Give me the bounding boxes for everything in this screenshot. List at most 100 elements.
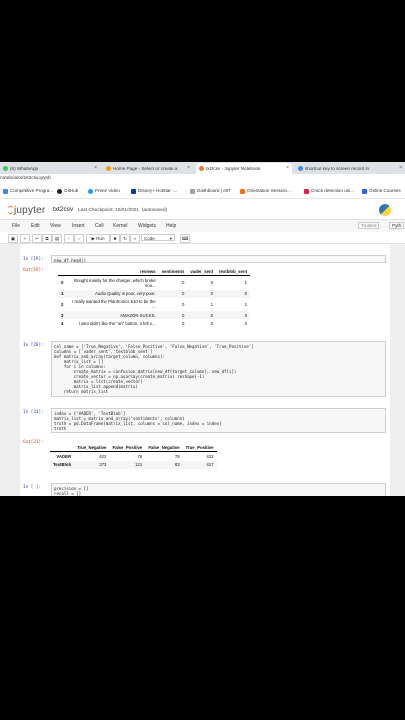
row-index: 0: [61, 280, 64, 286]
tab-whatsapp[interactable]: (6) WhatsApp ×: [0, 163, 100, 174]
bookmark-competitive-programming[interactable]: Competitive Progra...: [3, 188, 53, 194]
bookmark-label: Crack detection usi...: [311, 188, 354, 193]
table-cell: 373: [74, 460, 110, 469]
close-tab-icon[interactable]: ×: [286, 163, 289, 174]
orientation-icon: [240, 188, 245, 194]
bookmark-online-courses[interactable]: Online Courses: [362, 188, 401, 194]
bookmark-dashboard[interactable]: Dashboard | eIIT: [190, 188, 232, 194]
checkpoint-text: Last Checkpoint: 10/01/2021: [78, 207, 140, 213]
tab-label: (6) WhatsApp: [10, 166, 39, 171]
table-cell: 0: [210, 320, 214, 326]
move-down-icon[interactable]: ↓: [74, 233, 84, 243]
column-header: True_Positive: [182, 444, 217, 453]
cell-input-prompt: In [ ]:: [23, 485, 42, 490]
kernel-name[interactable]: Pyth: [389, 221, 405, 229]
table-row: 2 I really wanted the Plantronics 510 to…: [58, 298, 250, 311]
command-palette-icon[interactable]: ⌨: [180, 233, 190, 243]
code-cell-next[interactable]: precision = [] recall = []: [51, 483, 386, 496]
notebook-page: In [19]: new_df.head() Out[19]: reviews …: [20, 244, 390, 496]
notebook-toolbar: ▣ + ✂ ⧉ ▤ ↑ ↓ ▶ Run ■ ↻ » Code ▾ ⌨: [0, 232, 405, 244]
notebook-name[interactable]: txt2csv: [53, 206, 73, 213]
close-tab-icon[interactable]: ×: [94, 163, 97, 174]
table-cell: 0: [187, 289, 217, 298]
bookmark-github[interactable]: GitHub: [57, 188, 78, 194]
restart-run-all-icon[interactable]: »: [130, 233, 140, 243]
table-cell: 0: [216, 310, 250, 320]
table-cell: 0: [187, 310, 217, 320]
column-header: textblob_sent: [216, 268, 250, 277]
cell-type-select[interactable]: Code ▾: [141, 233, 175, 241]
tab-google-search[interactable]: shortcut key to screen record in ×: [295, 163, 405, 174]
column-header: False_Positive: [109, 444, 146, 453]
table-cell: 417: [182, 460, 217, 469]
dashboard-icon: [190, 188, 195, 194]
run-button[interactable]: ▶ Run: [86, 233, 110, 243]
bookmark-crack-detection[interactable]: Crack detection usi...: [304, 188, 354, 194]
restart-icon[interactable]: ↻: [120, 233, 130, 243]
head-dataframe: reviews sentiments vader_sent textblob_s…: [58, 268, 250, 327]
table-cell: 422: [99, 453, 107, 459]
close-tab-icon[interactable]: ×: [399, 163, 402, 174]
bookmark-label: Dashboard | eIIT: [197, 188, 232, 193]
menu-kernel[interactable]: Kernel: [113, 223, 127, 229]
menu-bar: File Edit View Insert Cell Kernel Widget…: [0, 219, 405, 233]
menu-widgets[interactable]: Widgets: [138, 223, 156, 229]
row-index: 3: [58, 310, 67, 320]
table-row: 3 AMAZON SUCKS. 0 0 0: [58, 310, 250, 320]
menu-edit[interactable]: Edit: [31, 223, 40, 229]
jupyter-logo[interactable]: jupyter: [7, 205, 46, 216]
code-cell-19[interactable]: new_df.head(): [51, 255, 386, 263]
column-header: vader_sent: [187, 268, 217, 277]
tab-label: shortcut key to screen record in: [305, 166, 370, 171]
browser-window: (6) WhatsApp × Home Page - Select or cre…: [0, 162, 405, 496]
bookmark-label: Prime Video: [95, 188, 120, 193]
cell-input-prompt: In [19]:: [23, 257, 44, 262]
code-cell-21[interactable]: index = ['VADER', 'TextBlob'] matrix_lis…: [51, 408, 386, 433]
tab-jupyter[interactable]: txt2csv - Jupyter Notebook ×: [196, 163, 292, 174]
table-cell: 1: [244, 280, 247, 286]
menu-cell[interactable]: Cell: [95, 223, 104, 229]
menu-view[interactable]: View: [50, 223, 61, 229]
add-cell-icon[interactable]: +: [20, 233, 30, 243]
table-cell: 0: [181, 301, 185, 307]
move-up-icon[interactable]: ↑: [64, 233, 74, 243]
code-line: return matrix_list: [54, 389, 109, 395]
save-icon[interactable]: ▣: [8, 233, 18, 243]
stop-icon[interactable]: ■: [110, 233, 120, 243]
close-tab-icon[interactable]: ×: [187, 163, 190, 174]
jupyter-icon: [199, 166, 204, 171]
jupyter-header: jupyter txt2csv Last Checkpoint: 10/01/2…: [0, 199, 405, 219]
table-row: 1 Audio Quality is poor, very poor. 0 0 …: [58, 289, 250, 298]
hotstar-icon: [131, 188, 136, 194]
cut-icon[interactable]: ✂: [32, 233, 42, 243]
bookmark-orientation-session[interactable]: Orientation Session...: [240, 188, 291, 194]
row-index: VADER: [56, 453, 72, 459]
table-cell: 0: [244, 320, 247, 326]
trusted-badge[interactable]: Trusted: [358, 221, 380, 229]
menu-file[interactable]: File: [12, 223, 20, 229]
jupyter-logo-text: jupyter: [14, 205, 46, 216]
prime-video-icon: [88, 188, 93, 194]
table-cell: AMAZON SUCKS.: [66, 310, 159, 320]
bookmark-disney-hotstar[interactable]: Disney+ Hotstar -...: [131, 188, 177, 194]
table-row: 4 I also didn't like the "on" button, it…: [58, 319, 250, 327]
address-bar[interactable]: notebooks/txt2csv.ipynb: [0, 174, 405, 185]
menu-insert[interactable]: Insert: [72, 223, 85, 229]
table-cell: 76: [137, 453, 143, 459]
column-header: False_Negative: [145, 444, 183, 453]
row-index: 4: [61, 320, 64, 326]
url-text[interactable]: notebooks/txt2csv.ipynb: [0, 176, 51, 181]
online-courses-icon: [362, 188, 367, 194]
row-index: 1: [58, 289, 67, 298]
code-cell-20[interactable]: col_name = ['True_Negative', 'False_Posi…: [51, 341, 386, 397]
tab-home-page[interactable]: Home Page - Select or create a ×: [103, 163, 193, 174]
paste-icon[interactable]: ▤: [52, 233, 62, 243]
index-header: [58, 268, 67, 277]
table-row: TextBlob 373 121 83 417: [50, 460, 217, 469]
github-icon: [57, 188, 62, 194]
menu-help[interactable]: Help: [166, 223, 176, 229]
column-header: sentiments: [158, 268, 188, 277]
copy-icon[interactable]: ⧉: [42, 233, 52, 243]
bookmark-prime-video[interactable]: Prime Video: [88, 188, 120, 194]
table-cell: 121: [109, 460, 146, 469]
